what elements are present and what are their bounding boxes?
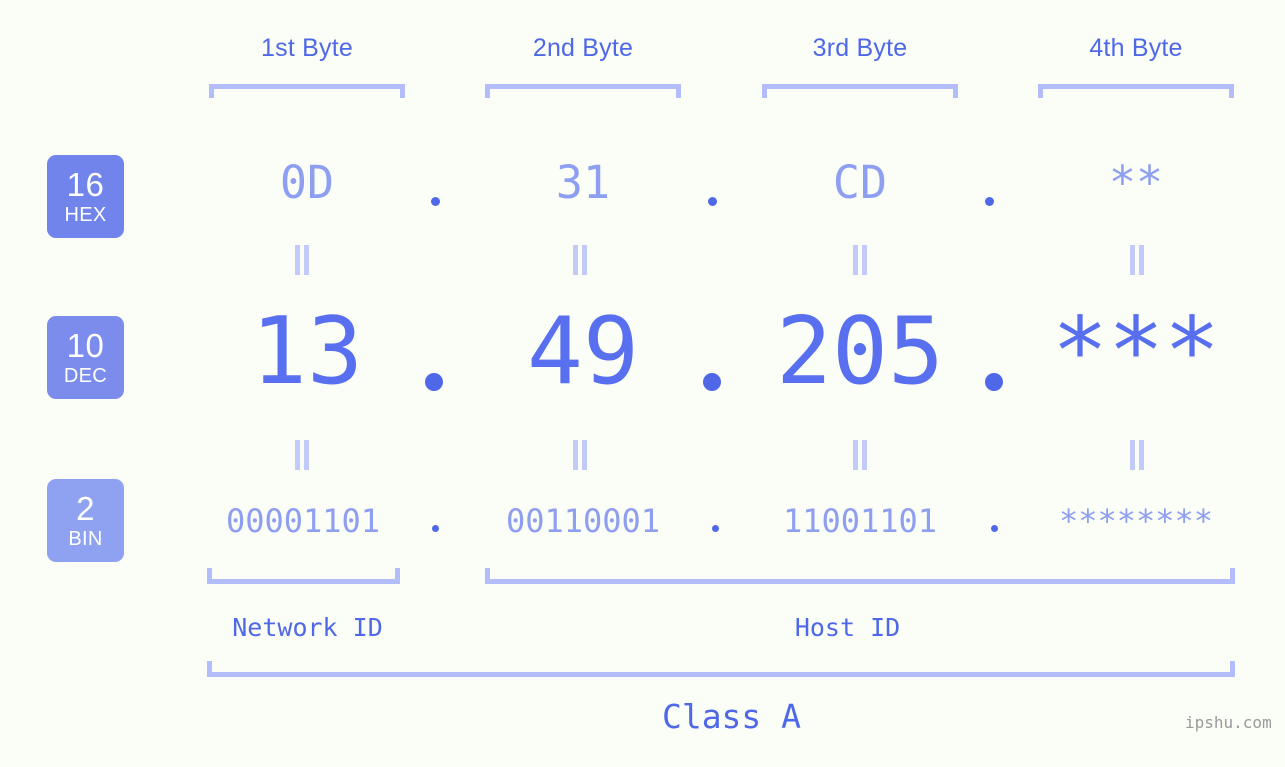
bin-separator-dot-1 <box>432 525 439 532</box>
byte-bracket-4 <box>1038 84 1234 98</box>
byte-bracket-3 <box>762 84 958 98</box>
base-badge-hex-number: 16 <box>66 166 105 203</box>
equals-icon-dec-bin-1 <box>292 440 312 470</box>
dec-byte-4: *** <box>1052 297 1220 405</box>
equals-icon-hex-dec-1 <box>292 245 312 275</box>
equals-icon-dec-bin-2 <box>570 440 590 470</box>
byte-header-2: 2nd Byte <box>532 34 634 62</box>
base-badge-dec-number: 10 <box>66 327 105 364</box>
class-label: Class A <box>661 697 802 736</box>
hex-byte-4: ** <box>1108 156 1164 209</box>
byte-bracket-2 <box>485 84 681 98</box>
byte-header-3: 3rd Byte <box>812 34 908 62</box>
byte-bracket-1 <box>209 84 405 98</box>
hex-byte-1: 0D <box>279 156 335 209</box>
equals-icon-hex-dec-3 <box>850 245 870 275</box>
hex-separator-dot-3 <box>985 197 994 206</box>
equals-icon-hex-dec-2 <box>570 245 590 275</box>
dec-byte-2: 49 <box>527 297 639 405</box>
equals-icon-dec-bin-3 <box>850 440 870 470</box>
hex-separator-dot-1 <box>431 197 440 206</box>
network-id-label: Network ID <box>232 613 383 642</box>
equals-icon-hex-dec-4 <box>1127 245 1147 275</box>
bin-byte-1: 00001101 <box>225 502 381 540</box>
ip-address-breakdown-diagram: 1st Byte 2nd Byte 3rd Byte 4th Byte 16 H… <box>0 0 1285 767</box>
bin-byte-4: ******** <box>1058 502 1214 540</box>
host-id-label: Host ID <box>794 613 901 642</box>
base-badge-dec: 10 DEC <box>47 316 124 399</box>
dec-byte-1: 13 <box>251 297 363 405</box>
network-id-bracket <box>207 568 400 584</box>
base-badge-hex: 16 HEX <box>47 155 124 238</box>
bin-separator-dot-2 <box>712 525 719 532</box>
dec-separator-dot-3 <box>985 373 1003 391</box>
base-badge-bin-number: 2 <box>76 490 95 527</box>
byte-header-4: 4th Byte <box>1089 34 1183 62</box>
dec-separator-dot-2 <box>703 373 721 391</box>
hex-separator-dot-2 <box>708 197 717 206</box>
hex-byte-3: CD <box>832 156 888 209</box>
hex-byte-2: 31 <box>555 156 611 209</box>
dec-separator-dot-1 <box>425 373 443 391</box>
host-id-bracket <box>485 568 1235 584</box>
byte-header-1: 1st Byte <box>261 34 353 62</box>
bin-separator-dot-3 <box>991 525 998 532</box>
bin-byte-3: 11001101 <box>782 502 938 540</box>
equals-icon-dec-bin-4 <box>1127 440 1147 470</box>
dec-byte-3: 205 <box>776 297 944 405</box>
watermark: ipshu.com <box>1185 713 1272 732</box>
base-badge-bin-label: BIN <box>68 528 103 550</box>
base-badge-hex-label: HEX <box>64 204 107 226</box>
base-badge-dec-label: DEC <box>63 365 108 387</box>
base-badge-bin: 2 BIN <box>47 479 124 562</box>
class-bracket <box>207 661 1235 677</box>
bin-byte-2: 00110001 <box>505 502 661 540</box>
